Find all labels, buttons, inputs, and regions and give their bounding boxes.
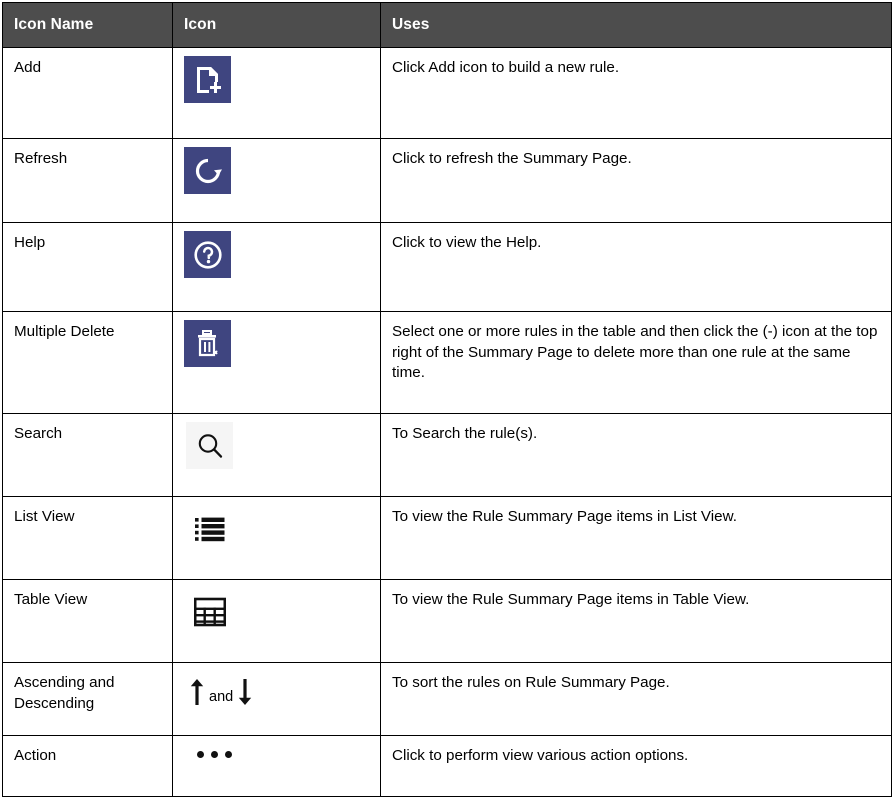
table-row: Help Click to view the Help.	[2, 222, 892, 312]
icon-cell	[172, 579, 381, 663]
table-row: Refresh Click to refresh the Summary Pag…	[2, 138, 892, 223]
uses-cell: Click Add icon to build a new rule.	[380, 47, 892, 139]
icon-name-cell: Refresh	[2, 138, 173, 223]
table-row: List View To view the Rule Summary Page …	[2, 496, 892, 580]
uses-cell: To view the Rule Summary Page items in L…	[380, 496, 892, 580]
table-row: Action Click to perform view various act…	[2, 735, 892, 797]
uses-cell: To Search the rule(s).	[380, 413, 892, 497]
uses-cell: Select one or more rules in the table an…	[380, 311, 892, 414]
uses-cell: Click to perform view various action opt…	[380, 735, 892, 797]
search-icon[interactable]	[186, 422, 233, 469]
table-row: Ascending and Descending and To sort the…	[2, 662, 892, 736]
uses-cell: To sort the rules on Rule Summary Page.	[380, 662, 892, 736]
more-actions-icon[interactable]	[197, 744, 372, 764]
table-row: Multiple Delete Select one or more rules…	[2, 311, 892, 414]
table-row: Search To Search the rule(s).	[2, 413, 892, 497]
column-header-icon-name: Icon Name	[2, 2, 173, 48]
icon-name-cell: Multiple Delete	[2, 311, 173, 414]
table-row: Table View To view the Rule Summary Page…	[2, 579, 892, 663]
table-view-icon[interactable]	[186, 588, 233, 635]
icon-cell	[172, 311, 381, 414]
icon-name-cell: List View	[2, 496, 173, 580]
icon-name-cell: Search	[2, 413, 173, 497]
icon-name-cell: Help	[2, 222, 173, 312]
icon-cell	[172, 47, 381, 139]
sort-arrows-icon: and	[189, 671, 372, 707]
dot-3	[225, 750, 232, 758]
uses-cell: To view the Rule Summary Page items in T…	[380, 579, 892, 663]
dot-1	[197, 750, 204, 758]
add-document-icon[interactable]	[184, 56, 231, 103]
icon-cell: and	[172, 662, 381, 736]
table-header: Icon Name Icon Uses	[2, 2, 892, 48]
column-header-uses: Uses	[380, 2, 892, 48]
icon-legend-page: Icon Name Icon Uses Add Click Add icon t…	[0, 2, 894, 797]
descending-arrow-icon	[239, 679, 252, 705]
refresh-icon[interactable]	[184, 147, 231, 194]
list-view-icon[interactable]	[186, 505, 233, 552]
icon-name-cell: Table View	[2, 579, 173, 663]
icon-reference-table: Icon Name Icon Uses Add Click Add icon t…	[2, 2, 892, 797]
icon-name-cell: Ascending and Descending	[2, 662, 173, 736]
icon-name-cell: Action	[2, 735, 173, 797]
icon-cell	[172, 735, 381, 797]
dot-2	[211, 750, 218, 758]
icon-cell	[172, 138, 381, 223]
uses-cell: Click to refresh the Summary Page.	[380, 138, 892, 223]
header-row: Icon Name Icon Uses	[2, 2, 892, 48]
table-body: Add Click Add icon to build a new rule. …	[2, 47, 892, 797]
ascending-arrow-icon	[190, 679, 204, 705]
icon-cell	[172, 496, 381, 580]
sort-conjunction-label: and	[209, 688, 234, 705]
trash-delete-icon[interactable]	[184, 320, 231, 367]
icon-cell	[172, 222, 381, 312]
help-question-icon[interactable]	[184, 231, 231, 278]
table-row: Add Click Add icon to build a new rule.	[2, 47, 892, 139]
uses-cell: Click to view the Help.	[380, 222, 892, 312]
column-header-icon: Icon	[172, 2, 381, 48]
icon-name-cell: Add	[2, 47, 173, 139]
icon-cell	[172, 413, 381, 497]
